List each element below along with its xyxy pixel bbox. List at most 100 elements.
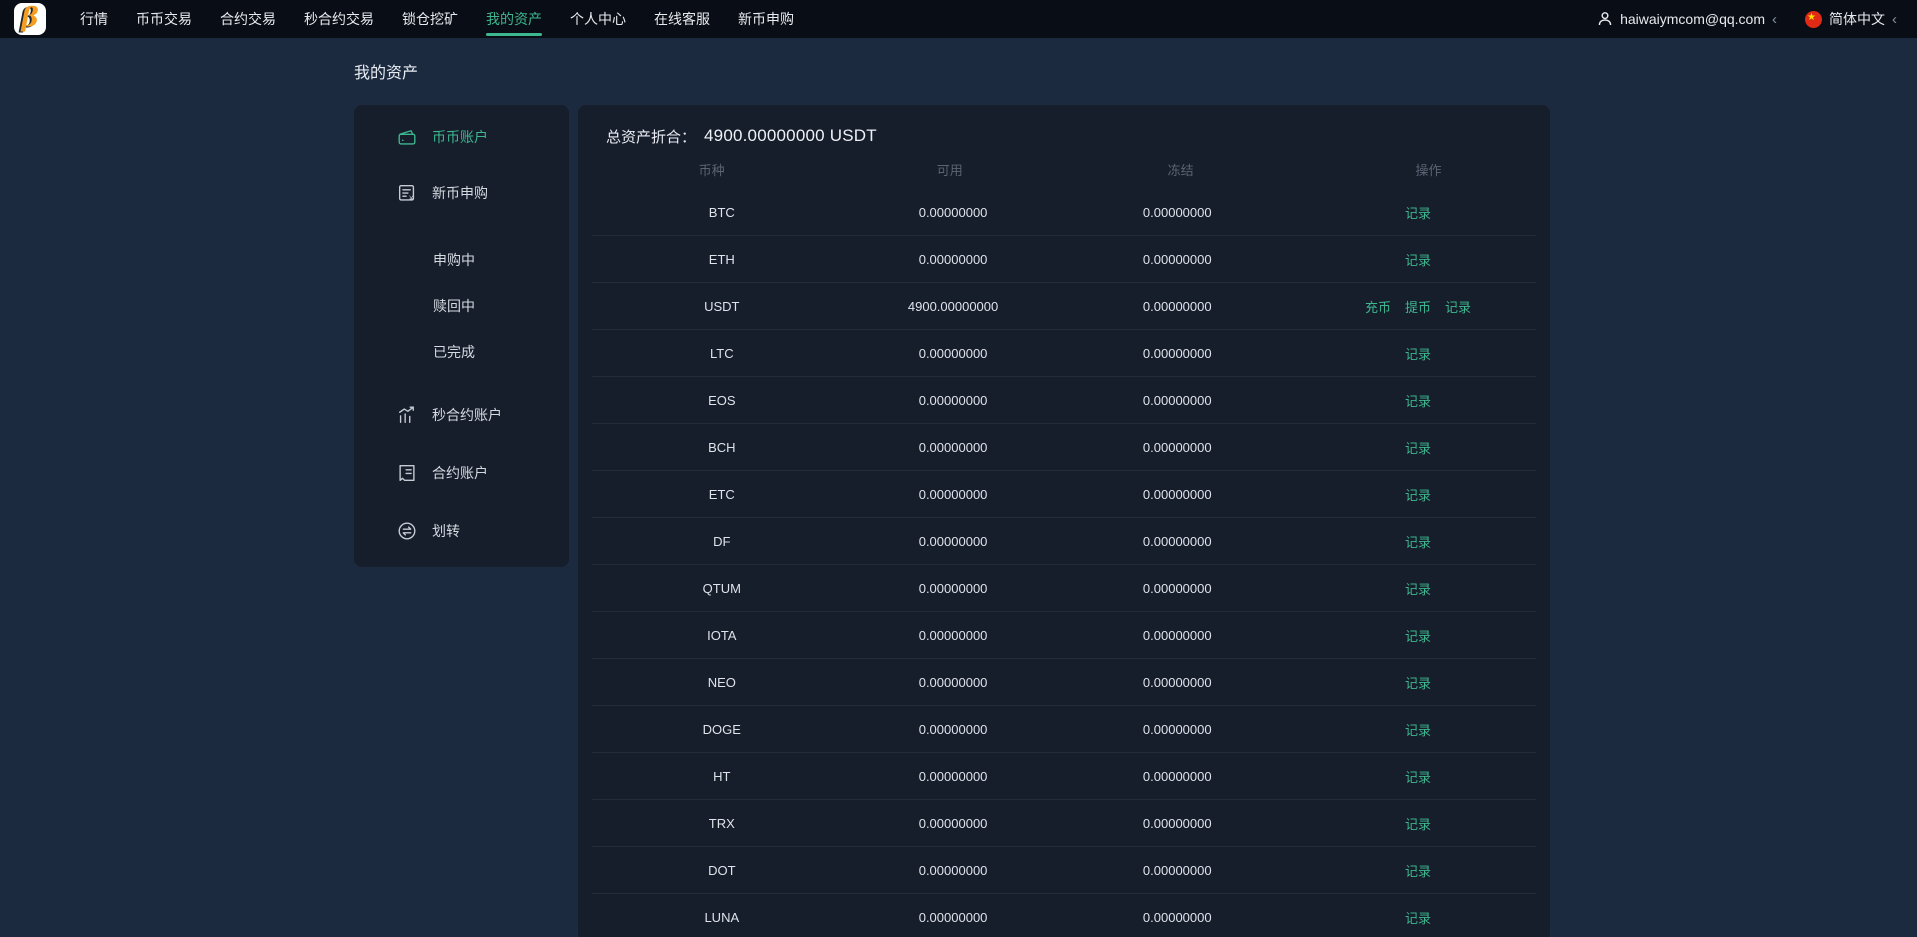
action-withdraw-link[interactable]: 提币 [1405,297,1431,316]
frozen-balance: 0.00000000 [1142,768,1212,784]
action-record-link[interactable]: 记录 [1405,485,1431,504]
language-label: 简体中文 [1829,11,1885,27]
logo-glyph: β [21,3,39,33]
table-row: LTC 0.00000000 0.00000000 记录 [592,330,1536,377]
table-row: DF 0.00000000 0.00000000 记录 [592,518,1536,565]
nav-item-6[interactable]: 我的资产 [486,0,542,38]
frozen-balance: 0.00000000 [1142,721,1212,737]
available-balance: 0.00000000 [918,815,988,831]
table-row: ETH 0.00000000 0.00000000 记录 [592,236,1536,283]
row-actions: 记录 [1300,532,1536,551]
total-assets-header: 总资产折合： 4900.00000000 USDT [578,123,1550,149]
sidebar-item-transfer[interactable]: 划转 [354,509,569,553]
frozen-balance: 0.00000000 [1142,345,1212,361]
table-row: BTC 0.00000000 0.00000000 记录 [592,189,1536,236]
action-record-link[interactable]: 记录 [1445,297,1471,316]
coin-symbol: DF [713,533,731,549]
row-actions: 记录 [1300,344,1536,363]
language-selector[interactable]: ★ 简体中文 ‹ [1805,9,1897,29]
frozen-balance: 0.00000000 [1142,910,1212,925]
table-row: EOS 0.00000000 0.00000000 记录 [592,377,1536,424]
nav-item-8[interactable]: 在线客服 [654,0,710,38]
sidebar-item-second-contract-account[interactable]: 秒合约账户 [354,393,569,437]
sidebar-subitem-subscribing[interactable]: 申购中 [354,237,569,283]
coin-symbol: LTC [709,345,734,361]
sidebar-subitem-label: 赎回中 [433,298,475,314]
coin-symbol: ETH [708,251,735,267]
action-record-link[interactable]: 记录 [1405,203,1431,222]
action-record-link[interactable]: 记录 [1405,579,1431,598]
coin-symbol: NEO [707,674,736,690]
nav-item-3[interactable]: 合约交易 [220,0,276,38]
sidebar-item-label: 合约账户 [432,465,488,481]
table-row: QTUM 0.00000000 0.00000000 记录 [592,565,1536,612]
sidebar-subitem-redeeming[interactable]: 赎回中 [354,283,569,329]
action-record-link[interactable]: 记录 [1405,908,1431,927]
action-record-link[interactable]: 记录 [1405,861,1431,880]
frozen-balance: 0.00000000 [1142,815,1212,831]
row-actions: 记录 [1300,720,1536,739]
coin-symbol: DOGE [702,721,741,737]
nav-item-5[interactable]: 锁仓挖矿 [402,0,458,38]
assets-sidebar: 币币账户 ¥ 新币申购 申购中 赎回中 已完成 秒合约账户 合约账户 划转 [354,105,569,567]
available-balance: 0.00000000 [918,204,988,220]
action-record-link[interactable]: 记录 [1405,626,1431,645]
user-email: haiwaiymcom@qq.com [1620,11,1765,27]
coin-symbol: TRX [708,815,735,831]
nav-item-7[interactable]: 个人中心 [570,0,626,38]
coin-symbol: HT [713,768,731,784]
row-actions: 记录 [1300,673,1536,692]
frozen-balance: 0.00000000 [1142,298,1212,314]
action-record-link[interactable]: 记录 [1405,532,1431,551]
user-account-dropdown[interactable]: haiwaiymcom@qq.com ‹ [1597,11,1777,27]
sidebar-subitem-label: 申购中 [433,252,475,268]
total-assets-label: 总资产折合： [606,128,697,146]
action-record-link[interactable]: 记录 [1405,767,1431,786]
available-balance: 0.00000000 [918,439,988,455]
sidebar-item-spot-account[interactable]: 币币账户 [354,115,569,159]
available-balance: 0.00000000 [918,721,988,737]
sidebar-subitem-completed[interactable]: 已完成 [354,329,569,375]
nav-item-2[interactable]: 币币交易 [136,0,192,38]
frozen-balance: 0.00000000 [1142,439,1212,455]
sidebar-item-label: 币币账户 [432,129,488,145]
action-record-link[interactable]: 记录 [1405,250,1431,269]
coin-symbol: QTUM [702,580,741,596]
col-header-coin: 币种 [698,162,725,178]
row-actions: 记录 [1300,767,1536,786]
row-actions: 记录 [1300,814,1536,833]
nav-item-4[interactable]: 秒合约交易 [304,0,374,38]
action-record-link[interactable]: 记录 [1405,814,1431,833]
action-deposit-link[interactable]: 充币 [1365,297,1391,316]
action-record-link[interactable]: 记录 [1405,720,1431,739]
brand-logo[interactable]: β [14,3,46,35]
available-balance: 0.00000000 [918,674,988,690]
action-record-link[interactable]: 记录 [1405,344,1431,363]
action-record-link[interactable]: 记录 [1405,391,1431,410]
available-balance: 0.00000000 [918,627,988,643]
coin-symbol: DOT [708,862,736,878]
table-row: BCH 0.00000000 0.00000000 记录 [592,424,1536,471]
row-actions: 记录 [1300,391,1536,410]
frozen-balance: 0.00000000 [1142,251,1212,267]
nav-item-9[interactable]: 新币申购 [738,0,794,38]
coin-symbol: EOS [708,392,736,408]
nav-item-1[interactable]: 行情 [80,0,108,38]
table-row: DOT 0.00000000 0.00000000 记录 [592,847,1536,894]
action-record-link[interactable]: 记录 [1405,438,1431,457]
sidebar-item-label: 划转 [432,523,460,539]
sidebar-item-new-coin-subscribe[interactable]: ¥ 新币申购 [354,171,569,215]
coin-symbol: BTC [708,204,735,220]
sidebar-item-contract-account[interactable]: 合约账户 [354,451,569,495]
table-row: USDT 4900.00000000 0.00000000 充币 提币 记录 [592,283,1536,330]
row-actions: 充币 提币 记录 [1300,297,1536,316]
action-record-link[interactable]: 记录 [1405,673,1431,692]
table-row: DOGE 0.00000000 0.00000000 记录 [592,706,1536,753]
coin-symbol: BCH [708,439,736,455]
col-header-available: 可用 [936,162,963,178]
available-balance: 0.00000000 [918,580,988,596]
top-navigation-bar: β 行情 币币交易 合约交易 秒合约交易 锁仓挖矿 我的资产 个人中心 在线客服… [0,0,1917,38]
sidebar-item-label: 新币申购 [432,185,488,201]
content-area: 币币账户 ¥ 新币申购 申购中 赎回中 已完成 秒合约账户 合约账户 划转 总资… [354,105,1917,937]
coin-symbol: LUNA [704,910,740,925]
